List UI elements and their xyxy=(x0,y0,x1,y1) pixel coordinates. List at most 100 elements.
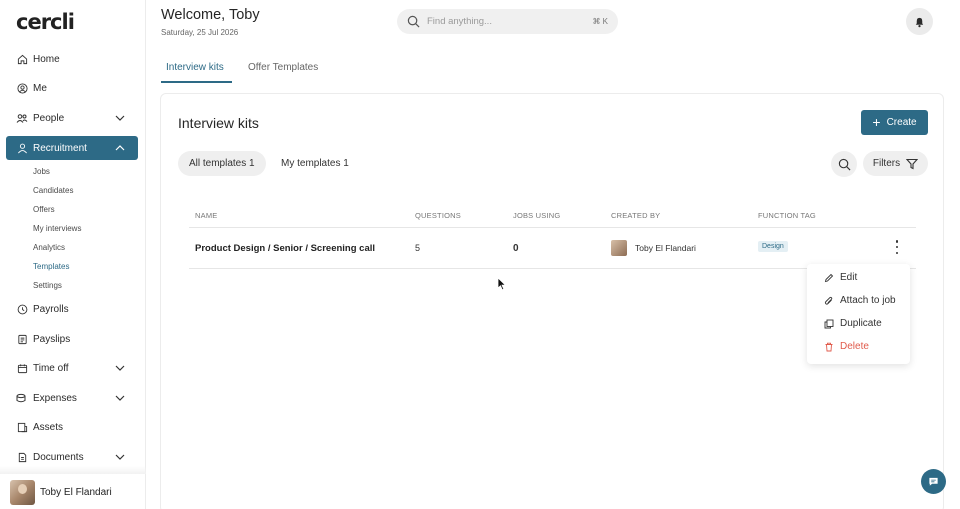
menu-item-label: Edit xyxy=(840,272,858,283)
paperclip-icon xyxy=(824,296,834,306)
column-header-name[interactable]: NAME xyxy=(195,211,217,220)
calendar-icon xyxy=(16,362,28,374)
support-chat-button[interactable] xyxy=(921,469,946,494)
column-header-function-tag[interactable]: FUNCTION TAG xyxy=(758,211,816,220)
search-icon xyxy=(407,15,420,28)
chevron-down-icon xyxy=(115,115,125,121)
user-profile[interactable]: Toby El Flandari xyxy=(10,480,112,505)
table-search-button[interactable] xyxy=(831,151,857,177)
filter-icon xyxy=(906,158,919,169)
active-tab-indicator xyxy=(161,81,232,83)
sidebar-item-label: Payrolls xyxy=(33,303,69,315)
sidebar-item-recruitment[interactable]: Recruitment xyxy=(6,136,138,160)
user-circle-icon xyxy=(16,82,28,94)
sidebar-item-label: Recruitment xyxy=(33,142,87,154)
sidebar-fade xyxy=(0,466,146,474)
sidebar: cercli Home Me People Recruitment Jobs C… xyxy=(0,0,146,509)
page-greeting: Welcome, Toby xyxy=(161,7,260,23)
tab-offer-templates[interactable]: Offer Templates xyxy=(248,62,318,73)
kit-creator: Toby El Flandari xyxy=(611,240,696,256)
bell-icon xyxy=(915,17,924,27)
menu-item-label: Attach to job xyxy=(840,295,896,306)
documents-icon xyxy=(16,451,28,463)
column-header-jobs-using[interactable]: JOBS USING xyxy=(513,211,560,220)
avatar xyxy=(611,240,627,256)
sidebar-item-payslips[interactable]: Payslips xyxy=(6,327,138,351)
filters-button[interactable]: Filters xyxy=(863,151,928,176)
row-actions-menu: Edit Attach to job Duplicate Delete xyxy=(807,264,910,364)
sidebar-item-me[interactable]: Me xyxy=(6,76,138,100)
chat-icon xyxy=(929,477,938,486)
column-header-questions[interactable]: QUESTIONS xyxy=(415,211,461,220)
payroll-icon xyxy=(16,303,28,315)
expenses-icon xyxy=(16,392,28,404)
create-button[interactable]: + Create xyxy=(861,110,928,135)
search-input[interactable] xyxy=(427,16,593,27)
chevron-up-icon xyxy=(115,145,125,151)
plus-icon: + xyxy=(872,114,881,130)
menu-item-delete[interactable]: Delete xyxy=(824,341,869,352)
sidebar-sub-settings[interactable]: Settings xyxy=(33,281,62,290)
sidebar-item-label: Time off xyxy=(33,362,69,374)
tab-interview-kits[interactable]: Interview kits xyxy=(166,62,224,73)
sidebar-sub-my-interviews[interactable]: My interviews xyxy=(33,224,81,233)
sidebar-sub-candidates[interactable]: Candidates xyxy=(33,186,73,195)
search-shortcut: ⌘ K xyxy=(592,17,608,26)
filter-my-templates[interactable]: My templates 1 xyxy=(270,151,360,176)
user-name: Toby El Flandari xyxy=(40,487,112,498)
column-header-created-by[interactable]: CREATED BY xyxy=(611,211,660,220)
chevron-down-icon xyxy=(115,365,125,371)
sidebar-item-label: Assets xyxy=(33,421,64,433)
sidebar-sub-jobs[interactable]: Jobs xyxy=(33,167,50,176)
sidebar-sub-analytics[interactable]: Analytics xyxy=(33,243,65,252)
assets-icon xyxy=(16,421,28,433)
function-tag-badge: Design xyxy=(758,241,788,252)
menu-item-label: Delete xyxy=(840,341,869,352)
create-label: Create xyxy=(886,117,917,128)
kebab-dot xyxy=(895,245,899,249)
row-actions-button[interactable] xyxy=(893,240,901,254)
global-search[interactable]: ⌘ K xyxy=(397,9,618,34)
section-title: Interview kits xyxy=(178,115,259,131)
sidebar-item-label: Documents xyxy=(33,451,84,463)
chevron-down-icon xyxy=(115,454,125,460)
menu-item-duplicate[interactable]: Duplicate xyxy=(824,318,882,329)
filter-all-templates[interactable]: All templates 1 xyxy=(178,151,266,176)
menu-item-attach-to-job[interactable]: Attach to job xyxy=(824,295,896,306)
kit-name[interactable]: Product Design / Senior / Screening call xyxy=(195,243,375,254)
sidebar-item-payrolls[interactable]: Payrolls xyxy=(6,297,138,321)
people-icon xyxy=(16,112,28,124)
sidebar-item-label: People xyxy=(33,112,65,124)
home-icon xyxy=(16,53,28,65)
avatar xyxy=(10,480,35,505)
sidebar-item-assets[interactable]: Assets xyxy=(6,415,138,439)
menu-item-label: Duplicate xyxy=(840,318,882,329)
sidebar-sub-offers[interactable]: Offers xyxy=(33,205,55,214)
current-date: Saturday, 25 Jul 2026 xyxy=(161,28,239,37)
creator-name: Toby El Flandari xyxy=(635,243,696,253)
payslip-icon xyxy=(16,333,28,345)
notifications-button[interactable] xyxy=(906,8,933,35)
trash-icon xyxy=(824,342,834,352)
sidebar-item-label: Expenses xyxy=(33,392,77,404)
duplicate-icon xyxy=(824,319,834,329)
sidebar-sub-templates[interactable]: Templates xyxy=(33,262,69,271)
sidebar-item-people[interactable]: People xyxy=(6,106,138,130)
recruitment-icon xyxy=(16,142,28,154)
chevron-down-icon xyxy=(115,395,125,401)
sidebar-item-label: Home xyxy=(33,53,60,65)
sidebar-item-time-off[interactable]: Time off xyxy=(6,356,138,380)
kebab-dot xyxy=(895,240,899,243)
sidebar-item-home[interactable]: Home xyxy=(6,47,138,71)
app-logo[interactable]: cercli xyxy=(16,10,75,34)
search-icon xyxy=(838,158,850,170)
sidebar-item-label: Me xyxy=(33,82,47,94)
kit-questions: 5 xyxy=(415,243,421,253)
menu-item-edit[interactable]: Edit xyxy=(824,272,857,283)
kit-jobs-using: 0 xyxy=(513,243,519,254)
table-divider xyxy=(189,227,916,228)
sidebar-item-expenses[interactable]: Expenses xyxy=(6,386,138,410)
kebab-dot xyxy=(895,251,899,254)
pencil-icon xyxy=(824,273,834,283)
filters-label: Filters xyxy=(872,158,901,169)
